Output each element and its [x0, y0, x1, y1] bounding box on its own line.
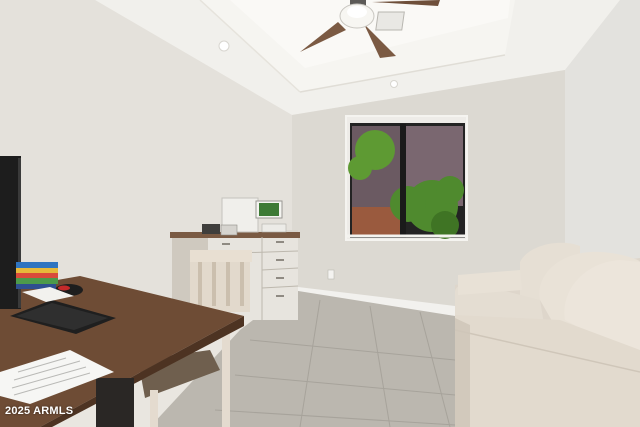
small-box-2: [220, 224, 238, 236]
frame-photo: [259, 203, 279, 216]
room-photo: 2025 ARMLS: [0, 0, 640, 427]
desk-item: [261, 223, 287, 233]
small-box: [202, 224, 220, 234]
room-illustration: [0, 0, 640, 427]
recessed-light-right: [390, 80, 398, 88]
mouse-highlight: [58, 285, 70, 291]
window: [345, 115, 468, 241]
recessed-light-left: [218, 40, 230, 52]
book-stack: [16, 262, 58, 289]
air-vent: [375, 11, 405, 31]
wall-outlet: [327, 269, 335, 280]
watermark-text: 2025 ARMLS: [5, 405, 74, 417]
